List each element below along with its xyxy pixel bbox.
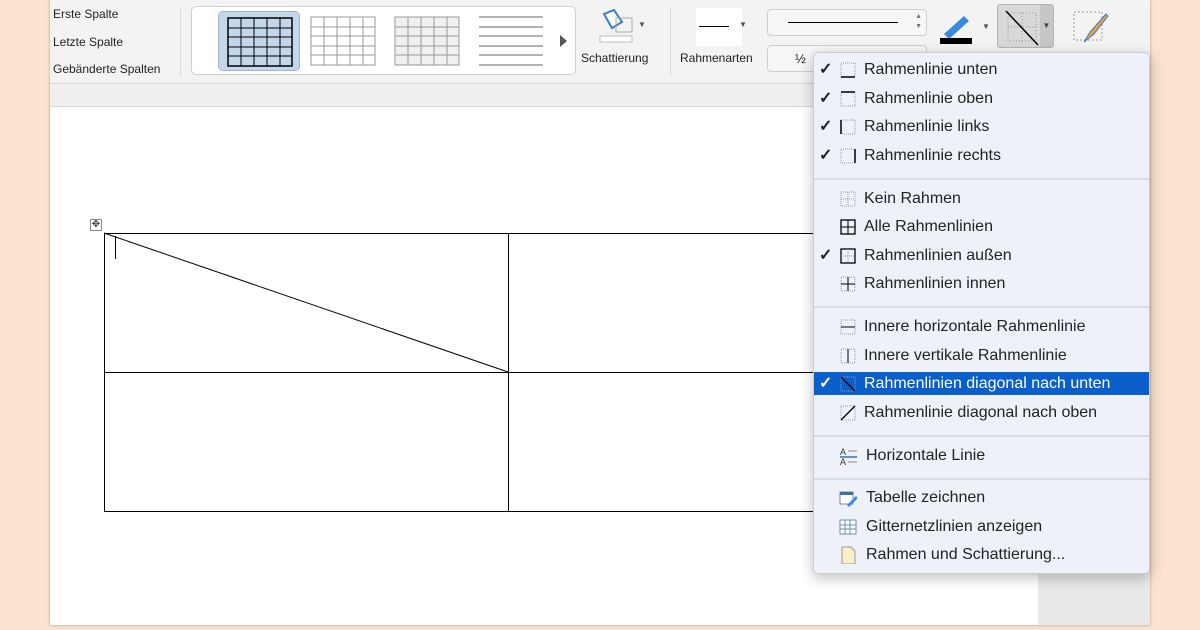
table-style-lines[interactable] (470, 11, 552, 71)
table-style-light[interactable] (302, 11, 384, 71)
checkmark-icon: ✓ (819, 147, 833, 164)
menu-item-all-borders[interactable]: Alle Rahmenlinien (814, 215, 1149, 238)
option-last-column[interactable]: Letzte Spalte (53, 35, 123, 49)
table-style-grid[interactable] (218, 11, 300, 71)
border-painter-icon (1073, 11, 1109, 43)
all-borders-icon (840, 219, 856, 235)
checkmark-icon: ✓ (819, 375, 833, 392)
option-banded-columns[interactable]: Gebänderte Spalten (53, 62, 160, 76)
menu-item-label: Rahmenlinie diagonal nach oben (864, 404, 1098, 421)
menu-separator (814, 178, 1149, 180)
menu-item-diagonal-down-border[interactable]: ✓ Rahmenlinien diagonal nach unten (814, 372, 1149, 395)
checkmark-icon: ✓ (819, 118, 833, 135)
outside-borders-icon (840, 248, 856, 264)
diagonal-down-border-icon (1005, 10, 1039, 46)
border-right-icon (840, 148, 856, 164)
table-style-shaded[interactable] (386, 11, 468, 71)
menu-item-label: Rahmenlinie rechts (864, 147, 1001, 164)
diagonal-down-border-icon (840, 376, 856, 392)
checkmark-icon: ✓ (819, 247, 833, 264)
line-weight-value: ½ (795, 51, 806, 66)
inside-vertical-border-icon (840, 348, 856, 364)
option-first-column[interactable]: Erste Spalte (53, 7, 118, 21)
menu-separator (814, 435, 1149, 437)
border-painter-button[interactable] (1070, 8, 1110, 48)
pen-icon (940, 16, 972, 44)
inside-horizontal-border-icon (840, 319, 856, 335)
chevron-down-icon: ▼ (638, 20, 646, 29)
svg-text:A: A (840, 457, 846, 465)
chevron-down-icon: ▼ (982, 22, 990, 31)
menu-item-label: Tabelle zeichnen (866, 489, 986, 506)
menu-item-diagonal-up-border[interactable]: Rahmenlinie diagonal nach oben (814, 401, 1149, 424)
menu-item-border-bottom[interactable]: ✓ Rahmenlinie unten (814, 58, 1149, 81)
chevron-down-icon: ▼ (739, 20, 747, 29)
diagonal-border-line (103, 232, 509, 373)
paint-bucket-icon (599, 8, 633, 43)
checkmark-icon: ✓ (819, 90, 833, 107)
gallery-next-arrow[interactable] (560, 35, 567, 47)
border-bottom-icon (840, 62, 856, 78)
divider (180, 8, 181, 76)
menu-item-label: Rahmenlinie oben (864, 90, 993, 107)
menu-item-border-top[interactable]: ✓ Rahmenlinie oben (814, 87, 1149, 110)
menu-item-label: Innere horizontale Rahmenlinie (864, 318, 1086, 335)
horizontal-line-icon: AA (840, 447, 857, 465)
table-styles-gallery (191, 6, 576, 75)
menu-item-label: Gitternetzlinien anzeigen (866, 518, 1043, 535)
diagonal-up-border-icon (840, 405, 856, 421)
border-styles-label: Rahmenarten (680, 51, 753, 65)
menu-item-borders-shading[interactable]: Rahmen und Schattierung... (814, 543, 1149, 566)
checkmark-icon: ✓ (819, 61, 833, 78)
menu-separator (814, 306, 1149, 308)
borders-button[interactable]: ▼ (997, 4, 1054, 48)
border-styles-button[interactable] (696, 8, 742, 46)
menu-item-outside-borders[interactable]: ✓ Rahmenlinien außen (814, 244, 1149, 267)
menu-item-label: Rahmenlinien diagonal nach unten (864, 375, 1111, 392)
borders-dropdown-menu: ✓ Rahmenlinie unten ✓ Rahmenlinie oben ✓ Rahm… (813, 52, 1150, 574)
line-style-select[interactable]: ▲ ▼ (767, 9, 927, 36)
pen-color-button[interactable]: ▼ (938, 10, 990, 44)
border-left-icon (840, 119, 856, 135)
menu-item-border-right[interactable]: ✓ Rahmenlinie rechts (814, 144, 1149, 167)
gridlines-icon (839, 519, 857, 535)
borders-dropdown-chevron[interactable]: ▼ (1040, 5, 1053, 47)
svg-text:A: A (840, 447, 846, 457)
divider (670, 8, 671, 76)
shading-button[interactable]: ▼ (590, 8, 660, 48)
menu-item-draw-table[interactable]: Tabelle zeichnen (814, 486, 1149, 509)
shading-label: Schattierung (581, 51, 649, 65)
menu-item-gridlines[interactable]: Gitternetzlinien anzeigen (814, 515, 1149, 538)
menu-item-label: Rahmenlinien außen (864, 247, 1012, 264)
menu-item-label: Alle Rahmenlinien (864, 218, 993, 235)
menu-item-no-border[interactable]: Kein Rahmen (814, 187, 1149, 210)
menu-item-horizontal-line[interactable]: A A Horizontale Linie (814, 444, 1149, 467)
menu-item-label: Rahmenlinie links (864, 118, 990, 135)
menu-item-inside-borders[interactable]: Rahmenlinien innen (814, 272, 1149, 295)
inside-borders-icon (840, 276, 856, 292)
menu-item-label: Innere vertikale Rahmenlinie (864, 347, 1067, 364)
menu-item-label: Rahmenlinie unten (864, 61, 998, 78)
menu-item-label: Rahmen und Schattierung... (866, 546, 1066, 563)
borders-shading-icon (841, 546, 856, 564)
menu-item-inside-horizontal-border[interactable]: Innere horizontale Rahmenlinie (814, 315, 1149, 338)
border-top-icon (840, 91, 856, 107)
menu-item-label: Kein Rahmen (864, 190, 961, 207)
menu-item-label: Horizontale Linie (866, 447, 986, 464)
menu-item-inside-vertical-border[interactable]: Innere vertikale Rahmenlinie (814, 344, 1149, 367)
no-border-icon (840, 191, 856, 207)
menu-separator (814, 478, 1149, 480)
draw-table-icon (839, 491, 857, 507)
menu-item-border-left[interactable]: ✓ Rahmenlinie links (814, 115, 1149, 138)
menu-item-label: Rahmenlinien innen (864, 275, 1006, 292)
